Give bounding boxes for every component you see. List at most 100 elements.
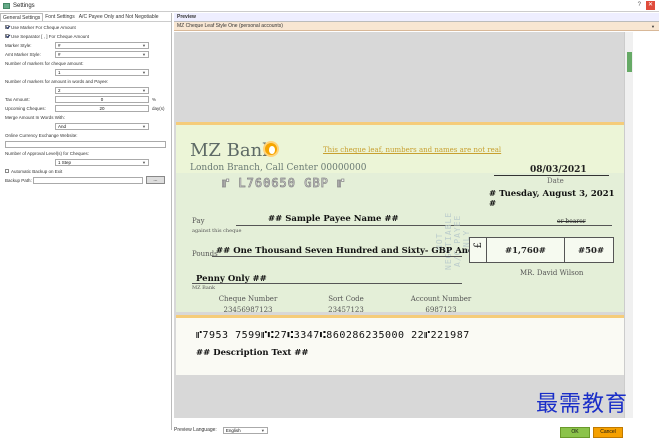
- backup-path-label: Backup Path:: [5, 177, 32, 183]
- cheque-style-value: MZ Cheque Leaf Style One (personal accou…: [177, 23, 283, 29]
- cheque-date: 08/03/2021: [530, 165, 587, 175]
- help-button[interactable]: ?: [638, 2, 641, 8]
- upcoming-unit: day(s): [152, 105, 165, 111]
- chevron-down-icon: ▼: [142, 87, 146, 93]
- date-line: [494, 175, 609, 176]
- chevron-down-icon: ▼: [142, 69, 146, 75]
- auto-backup-label: Automatic Backup on Exit: [11, 168, 63, 174]
- amount-divider: [486, 238, 487, 262]
- branch-text: London Branch, Call Center 00000000: [190, 163, 367, 173]
- merge-select[interactable]: And ▼: [55, 122, 149, 130]
- currency-symbol: £: [473, 242, 484, 249]
- sort-code-label: Sort Code: [328, 295, 364, 303]
- payee-line: [236, 225, 612, 226]
- settings-panel: General Settings Font Settings A/C Payee…: [0, 13, 172, 430]
- num-markers-words-select[interactable]: 2 ▼: [55, 86, 149, 94]
- chevron-down-icon: ▼: [142, 123, 146, 129]
- pence-figure: #50#: [578, 246, 605, 256]
- auto-backup-checkbox[interactable]: [5, 169, 9, 173]
- preview-language-select[interactable]: English ▼: [222, 426, 268, 434]
- chevron-down-icon: ▼: [260, 427, 265, 433]
- window-title: Settings: [13, 2, 35, 9]
- cheque-style-select[interactable]: MZ Cheque Leaf Style One (personal accou…: [174, 22, 659, 31]
- tab-bar: General Settings Font Settings A/C Payee…: [0, 13, 171, 22]
- upcoming-label: Upcoming Cheques:: [5, 105, 46, 111]
- upcoming-input[interactable]: 20: [55, 104, 149, 112]
- cheque-preview-canvas: MZ Bank This cheque leaf, numbers and na…: [174, 32, 624, 418]
- account-number-block: Account Number 6987123: [401, 295, 481, 314]
- close-button[interactable]: ✕: [646, 1, 655, 10]
- watermark-text: 最需教育: [536, 392, 629, 417]
- cancel-button[interactable]: Cancel: [593, 427, 623, 438]
- merge-value: And: [58, 123, 67, 129]
- against-label: against this cheque: [192, 228, 242, 234]
- sort-code-block: Sort Code 23457123: [306, 295, 386, 314]
- preview-language-value: English: [225, 427, 241, 433]
- payee-name: ## Sample Payee Name ##: [268, 214, 399, 224]
- long-date: # Tuesday, August 3, 2021 #: [489, 189, 615, 209]
- tax-input[interactable]: 0: [55, 95, 149, 103]
- use-marker-checkbox[interactable]: [5, 25, 9, 29]
- amount-words-line1: ## One Thousand Seven Hundred and Sixty-…: [216, 246, 499, 256]
- num-markers-words-value: 2: [58, 87, 61, 93]
- tax-unit: %: [152, 96, 157, 102]
- tab-general-settings[interactable]: General Settings: [0, 13, 44, 21]
- marker-style-select[interactable]: # ▼: [55, 41, 149, 49]
- cheque-leaf: MZ Bank This cheque leaf, numbers and na…: [176, 122, 624, 314]
- pay-label: Pay: [192, 217, 205, 225]
- num-markers-amount-select[interactable]: 1 ▼: [55, 68, 149, 76]
- title-bar: Settings ? ✕: [0, 0, 659, 12]
- approval-label: Number of Approval Level(s) for Cheques:: [5, 150, 90, 156]
- merge-label: Merge Amount In Words With:: [5, 114, 65, 120]
- date-label: Date: [547, 177, 564, 185]
- disclaimer-note: This cheque leaf, numbers and names are …: [323, 146, 502, 154]
- micr-top: ⑈ L760650 GBP ⑈: [222, 176, 346, 191]
- ok-button[interactable]: OK: [560, 427, 590, 438]
- cheque-number-value: 23456987123: [223, 306, 273, 314]
- marker-style-label: Marker Style:: [5, 42, 32, 48]
- micr-bottom: ⑈7953 7599⑈⑆27⑆3347⑆860286235000 22⑈2219…: [196, 330, 470, 341]
- words-line-1: [212, 256, 462, 257]
- approval-select[interactable]: 1 Step ▼: [55, 158, 149, 166]
- tab-font-settings[interactable]: Font Settings: [43, 13, 76, 21]
- amt-marker-style-select[interactable]: # ▼: [55, 50, 149, 58]
- app-icon: [3, 2, 10, 9]
- amt-marker-style-label: Amt Marker Style:: [5, 51, 41, 57]
- scrollbar-thumb[interactable]: [627, 52, 632, 72]
- not-negotiable-stamp: NOT NEGOTIABLE A/C PAYEE ONLY: [435, 211, 471, 271]
- preview-language-label: Preview Language:: [174, 427, 217, 433]
- preview-language-row: Preview Language: English ▼: [174, 425, 268, 435]
- bearer-label: or bearer: [557, 218, 586, 225]
- chevron-down-icon: ▼: [142, 159, 146, 165]
- browse-button[interactable]: ...: [146, 176, 165, 184]
- chevron-down-icon: ▼: [142, 51, 146, 57]
- sort-code-value: 23457123: [328, 306, 364, 314]
- preview-scrollbar[interactable]: [624, 32, 633, 418]
- preview-header: Preview: [174, 13, 659, 22]
- use-separator-checkbox[interactable]: [5, 34, 9, 38]
- cheque-number-label: Cheque Number: [218, 295, 278, 303]
- tab-ac-payee[interactable]: A/C Payee Only and Not Negotiable: [77, 13, 161, 21]
- amount-box: £ #1,760# #50#: [469, 237, 614, 263]
- use-marker-label: Use Marker For Cheque Amount: [11, 24, 76, 30]
- chevron-down-icon: ▼: [142, 42, 146, 48]
- use-separator-label: Use Separator [ , ] For Cheque Amount: [11, 33, 90, 39]
- bank-logo-icon: [263, 141, 279, 157]
- pence-divider: [564, 238, 565, 262]
- bank-name-small: MZ Bank: [192, 285, 216, 291]
- approval-value: 1 Step: [58, 159, 72, 165]
- amt-marker-style-value: #: [58, 51, 61, 57]
- cheque-bottom-band: ⑈7953 7599⑈⑆27⑆3347⑆860286235000 22⑈2219…: [176, 315, 624, 375]
- signer-name: MR. David Wilson: [520, 269, 584, 277]
- backup-path-input[interactable]: [33, 176, 143, 184]
- words-line-2: [192, 283, 462, 284]
- num-markers-words-label: Number of markers for amount in words an…: [5, 78, 109, 84]
- description-text: ## Description Text ##: [196, 348, 309, 358]
- num-markers-amount-value: 1: [58, 69, 61, 75]
- general-settings-form: Use Marker For Cheque Amount Use Separat…: [0, 23, 171, 184]
- currency-website-label: Online Currency Exchange Website:: [5, 132, 78, 138]
- amount-figure: #1,760#: [505, 246, 546, 256]
- currency-website-input[interactable]: [5, 140, 166, 148]
- cheque-number-block: Cheque Number 23456987123: [208, 295, 288, 314]
- preview-panel: Preview MZ Cheque Leaf Style One (person…: [174, 13, 659, 438]
